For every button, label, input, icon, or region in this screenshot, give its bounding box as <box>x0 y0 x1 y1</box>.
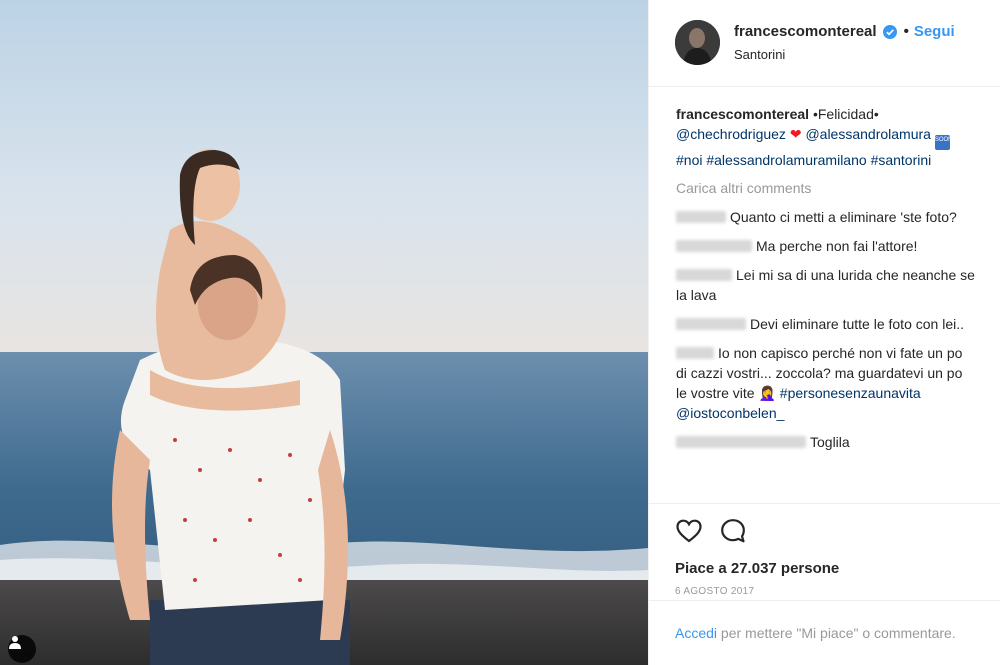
blurred-username <box>676 240 752 252</box>
comment-text: Devi eliminare tutte le foto con lei.. <box>750 316 964 332</box>
comment-button[interactable] <box>719 517 747 545</box>
avatar[interactable] <box>675 20 720 65</box>
separator-dot: • <box>903 23 909 40</box>
instagram-post: francescomontereal • Segui Santorini fra… <box>0 0 1000 665</box>
login-prompt: Accedi per mettere "Mi piace" o commenta… <box>649 600 1000 644</box>
follow-button[interactable]: Segui <box>914 23 955 40</box>
hashtag-link[interactable]: #noi <box>676 152 702 168</box>
comment-item: Quanto ci metti a eliminare 'ste foto? <box>676 207 976 227</box>
person-tag-icon <box>9 636 21 649</box>
blurred-username <box>676 318 746 330</box>
comment-text: Quanto ci metti a eliminare 'ste foto? <box>730 209 957 225</box>
hashtag-link[interactable]: #alessandrolamuramilano <box>706 152 866 168</box>
caption-text: •Felicidad• <box>809 106 879 122</box>
hashtag-link[interactable]: #santorini <box>871 152 932 168</box>
hashtag-link[interactable]: #personesenzaunavita <box>780 385 921 401</box>
load-more-comments-link[interactable]: Carica altri comments <box>676 178 976 198</box>
mention-link[interactable]: @iostoconbelen_ <box>676 405 784 421</box>
post-photo[interactable] <box>0 0 648 665</box>
caption-username[interactable]: francescomontereal <box>676 106 809 122</box>
mention-link[interactable]: @alessandrolamura <box>805 126 931 142</box>
post-location[interactable]: Santorini <box>734 47 955 62</box>
heart-outline-icon <box>676 519 702 543</box>
likes-count[interactable]: Piace a 27.037 persone <box>675 560 1000 577</box>
verified-badge-icon <box>882 24 897 39</box>
comment-item: Io non capisco perché non vi fate un po … <box>676 343 976 423</box>
comments-list: francescomontereal •Felicidad• @chechrod… <box>649 87 1000 452</box>
post-side-panel: francescomontereal • Segui Santorini fra… <box>648 0 1000 665</box>
like-button[interactable] <box>675 517 703 545</box>
mention-link[interactable]: @chechrodriguez <box>676 126 786 142</box>
post-date: 6 AGOSTO 2017 <box>675 586 755 597</box>
comment-item: Lei mi sa di una lurida che neanche se l… <box>676 265 976 305</box>
blurred-username <box>676 347 714 359</box>
post-author-username[interactable]: francescomontereal <box>734 23 877 40</box>
heart-emoji: ❤ <box>789 126 802 142</box>
avatar-image <box>675 20 720 65</box>
blurred-username <box>676 211 726 223</box>
post-caption: francescomontereal •Felicidad• @chechrod… <box>676 104 976 170</box>
blurred-username <box>676 269 732 281</box>
comment-item: Toglila <box>676 432 976 452</box>
blurred-username <box>676 436 806 448</box>
beach-photo-illustration <box>0 0 648 665</box>
soon-arrow-emoji: SOON <box>934 135 953 150</box>
login-link[interactable]: Accedi <box>675 625 717 641</box>
comment-item: Devi eliminare tutte le foto con lei.. <box>676 314 976 334</box>
login-prompt-text: per mettere "Mi piace" o commentare. <box>717 625 956 641</box>
comment-item: Ma perche non fai l'attore! <box>676 236 976 256</box>
person-tag-button[interactable] <box>8 635 36 663</box>
post-header: francescomontereal • Segui Santorini <box>649 0 1000 87</box>
speech-bubble-icon <box>721 519 745 543</box>
comment-text: Ma perche non fai l'attore! <box>756 238 918 254</box>
post-actions: Piace a 27.037 persone 6 AGOSTO 2017 <box>649 503 1000 597</box>
comment-text: Toglila <box>810 434 850 450</box>
